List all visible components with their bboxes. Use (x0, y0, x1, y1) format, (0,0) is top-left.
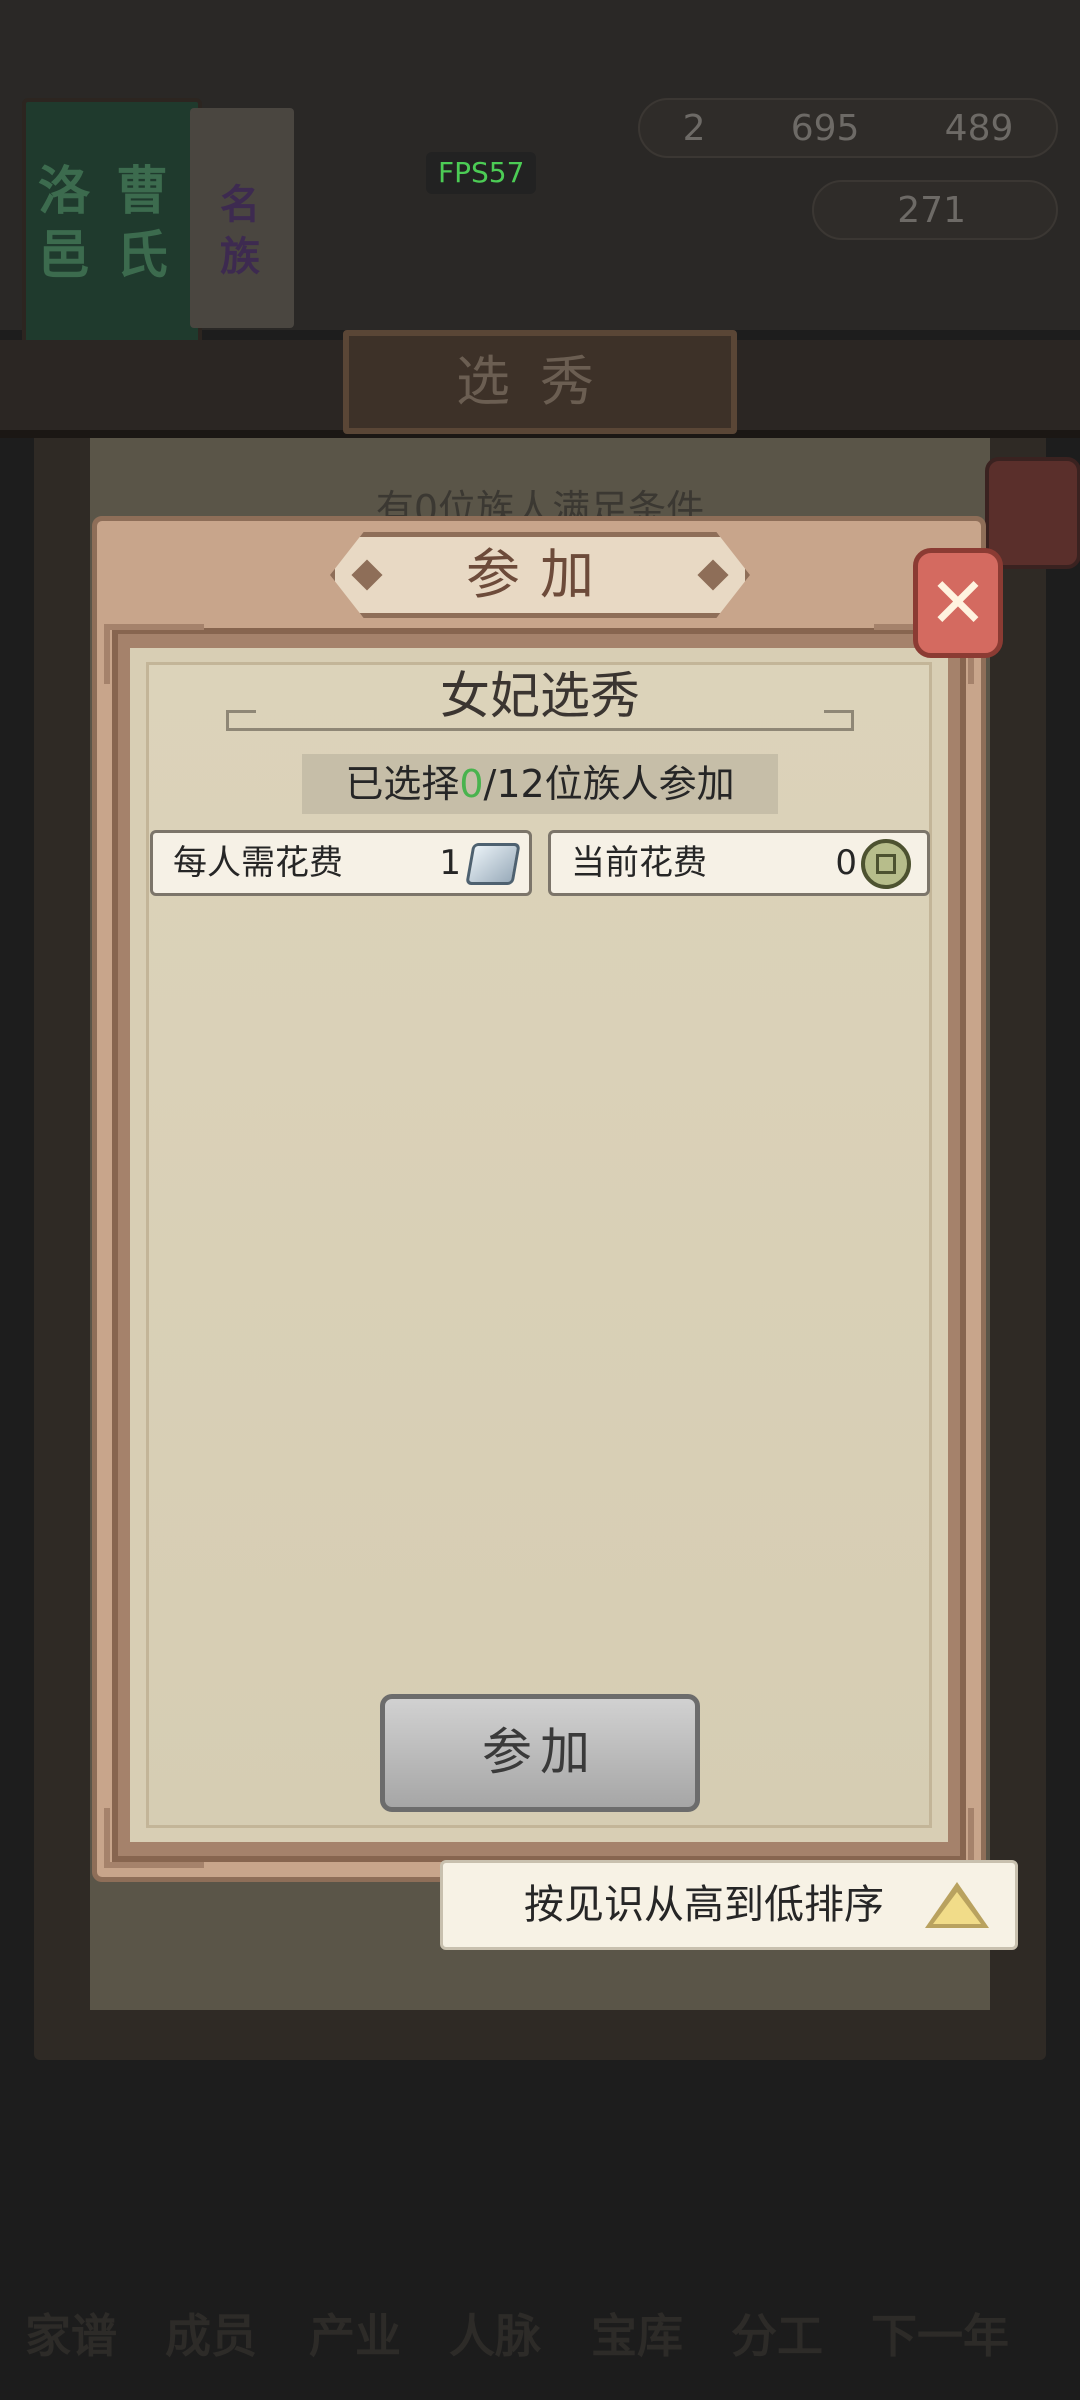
banner-char: 邑 (38, 226, 91, 286)
silver-count: 695 (790, 107, 860, 149)
silver-ingot-icon (465, 843, 521, 885)
banner-char: 氏 (116, 226, 169, 286)
selection-prefix: 已选择 (345, 762, 460, 806)
corner-ornament (104, 1808, 204, 1868)
fps-counter: FPS57 (426, 152, 537, 194)
selection-suffix: /12位族人参加 (483, 762, 735, 806)
join-button[interactable]: 参加 (380, 1694, 700, 1812)
current-cost-label: 当前花费 (571, 843, 707, 883)
nav-family-tree[interactable]: 家谱 (6, 2300, 136, 2366)
ingot-count: 271 (897, 189, 966, 231)
nav-connections[interactable]: 人脉 (430, 2300, 560, 2366)
cost-per-person-box: 每人需花费 1 (150, 830, 532, 896)
current-cost-box: 当前花费 0 (548, 830, 930, 896)
divider-hook (824, 710, 854, 728)
ingot-resource[interactable]: 271 (812, 180, 1058, 240)
current-cost-value: 0 (835, 843, 857, 883)
selection-status: 已选择0/12位族人参加 (302, 754, 778, 814)
corner-ornament (104, 624, 204, 684)
family-banner: 洛 邑 曹 氏 (22, 98, 202, 356)
title-divider (226, 728, 854, 731)
banner-char: 曹 (116, 162, 169, 222)
divider-hook (226, 710, 256, 728)
dialog-tag: 参加 (466, 543, 614, 606)
background-close-button[interactable] (985, 457, 1080, 569)
coin-count: 489 (944, 107, 1014, 149)
close-button[interactable]: ✕ (913, 548, 1003, 658)
nav-division[interactable]: 分工 (712, 2300, 842, 2366)
nav-next-year[interactable]: 下一年 (850, 2300, 1030, 2366)
selection-count: 0 (459, 762, 484, 806)
banner-tag: 名 族 (190, 108, 294, 328)
copper-coin-icon (861, 839, 911, 889)
page-title: 选秀 (343, 330, 737, 434)
corner-ornament (874, 1808, 974, 1868)
gold-count: 2 (682, 107, 706, 149)
nav-industry[interactable]: 产业 (290, 2300, 420, 2366)
triangle-up-icon-fill (933, 1892, 981, 1924)
banner-char: 族 (220, 234, 260, 280)
nav-members[interactable]: 成员 (146, 2300, 276, 2366)
nav-treasury[interactable]: 宝库 (572, 2300, 702, 2366)
resource-bar: 2 695 489 (638, 98, 1058, 158)
cost-per-person-value: 1 (439, 843, 461, 883)
cost-per-person-label: 每人需花费 (173, 843, 343, 883)
banner-char: 名 (220, 182, 260, 228)
sort-label: 按见识从高到低排序 (524, 1882, 884, 1928)
banner-char: 洛 (38, 162, 91, 222)
dialog-title: 女妃选秀 (440, 667, 640, 725)
close-icon: ✕ (928, 562, 988, 644)
